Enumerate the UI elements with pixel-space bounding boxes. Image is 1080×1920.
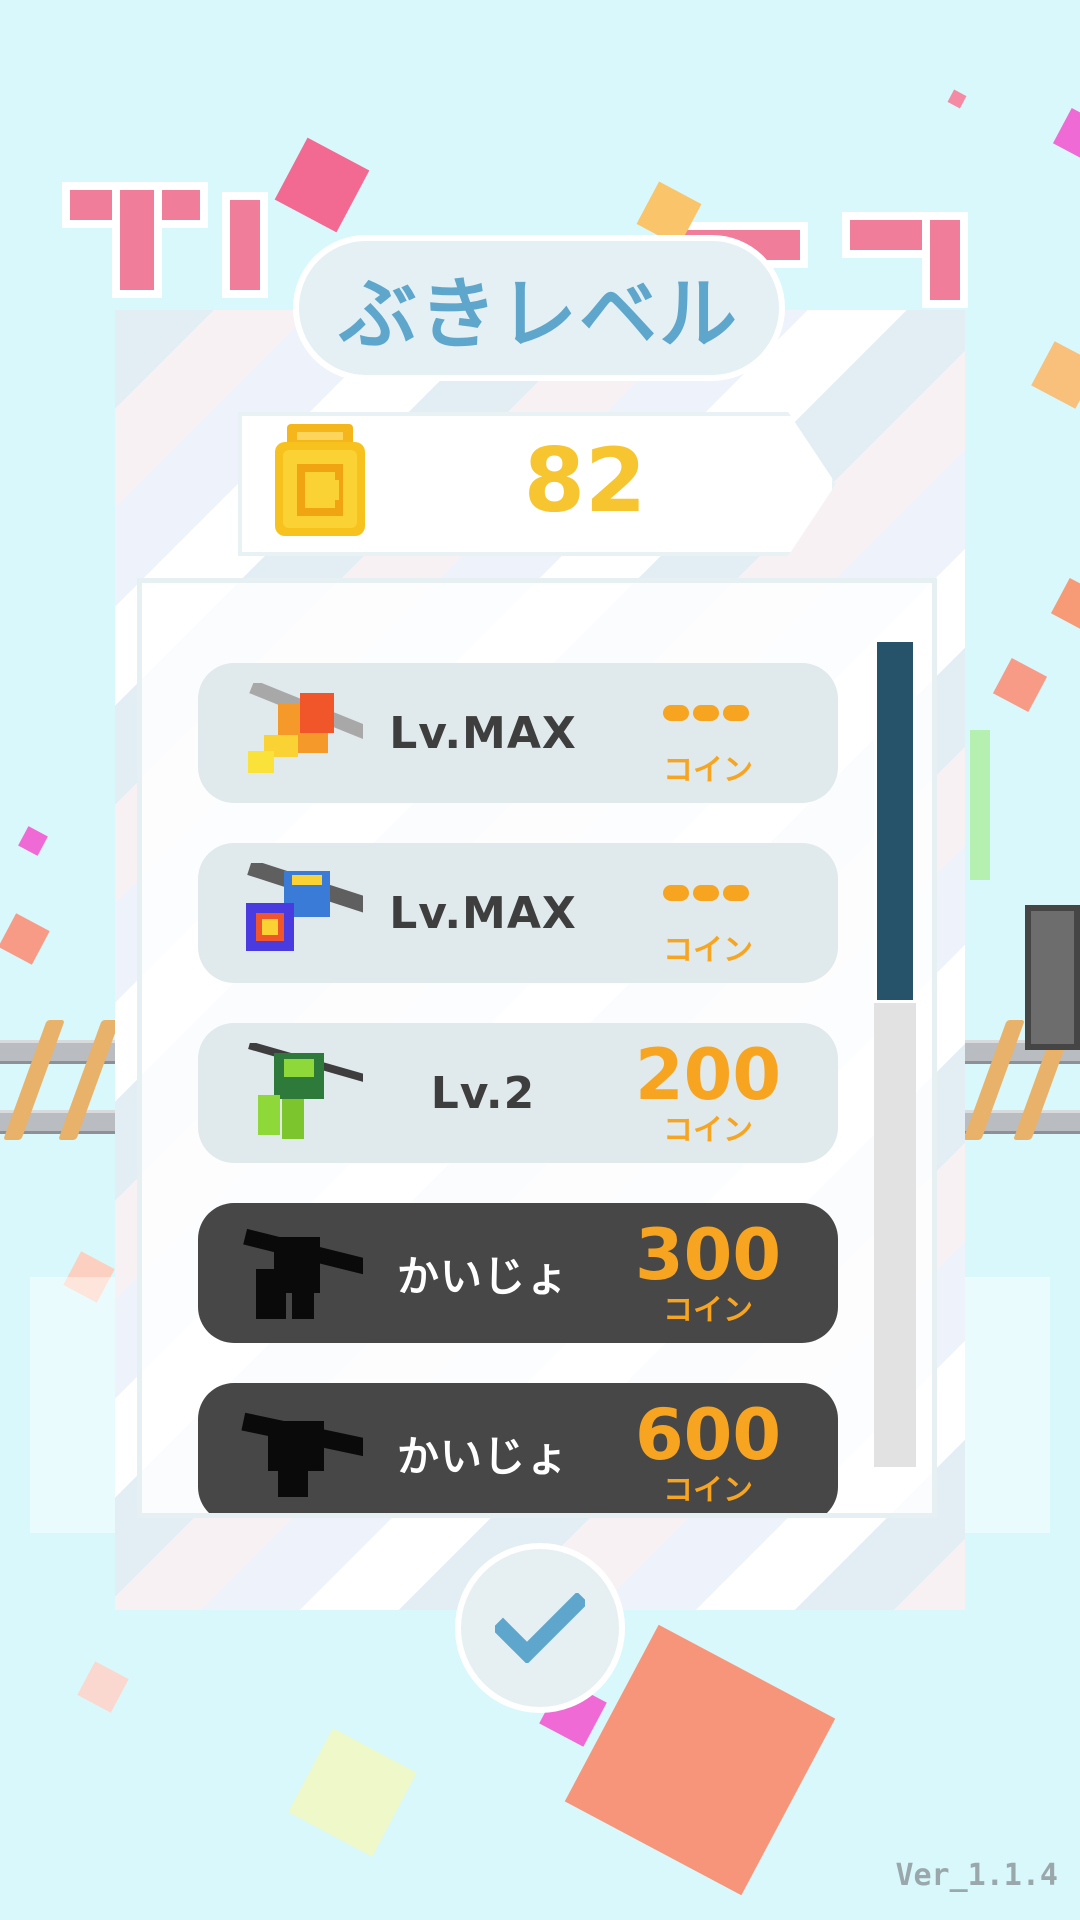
background-cube: [970, 730, 990, 880]
weapon-level: Lv.MAX: [389, 707, 577, 759]
coin-unit: コイン: [663, 753, 753, 788]
background-cube: [0, 913, 50, 965]
coin-count: 82: [523, 428, 647, 532]
weapon-row-locked[interactable]: かいじょ 300 コイン: [198, 1203, 838, 1343]
locked-weapon-silhouette-icon: [243, 1228, 363, 1319]
background-cube: [77, 1661, 129, 1713]
unlock-price: 600: [634, 1394, 782, 1476]
weapon-level: Lv.2: [430, 1067, 536, 1119]
unlock-price: 300: [634, 1214, 782, 1296]
scrollbar-thumb[interactable]: [874, 639, 916, 1003]
background-cube: [1031, 341, 1080, 409]
locked-weapon-silhouette-icon: [241, 1412, 363, 1497]
background-cube: [947, 89, 967, 109]
background-cube: [992, 657, 1048, 713]
coin-unit: コイン: [663, 1293, 753, 1328]
weapon-row-locked[interactable]: かいじょ 600 コイン: [198, 1383, 838, 1513]
max-price-dots: [663, 885, 753, 903]
upgrade-price: 200: [634, 1034, 782, 1116]
confirm-button[interactable]: [455, 1543, 625, 1713]
max-price-dots: [663, 705, 753, 723]
checkmark-icon: [495, 1593, 585, 1663]
unlock-label: かいじょ: [396, 1431, 569, 1481]
background-cube: [1052, 107, 1080, 163]
orange-drill-weapon-icon: [248, 683, 363, 773]
background-cube: [18, 826, 48, 856]
coin-jar-icon: [275, 424, 365, 536]
blue-cannon-weapon-icon: [246, 863, 363, 951]
weapon-level: Lv.MAX: [389, 887, 577, 939]
coin-unit: コイン: [663, 1113, 753, 1148]
coin-unit: コイン: [663, 1473, 753, 1508]
weapon-row[interactable]: Lv.MAX コイン: [198, 663, 838, 803]
scrollbar-track[interactable]: [874, 639, 916, 1467]
dialog-title-pill: ぶきレベル: [293, 235, 785, 381]
weapon-list[interactable]: Lv.MAX コイン Lv.MAX コイン Lv.2 200 コイン かいじょ …: [137, 578, 937, 1518]
unlock-label: かいじょ: [396, 1251, 569, 1301]
coin-unit: コイン: [663, 933, 753, 968]
background-mine-cart: [1025, 905, 1080, 1050]
green-twin-weapon-icon: [248, 1043, 363, 1139]
background-cube: [1050, 577, 1080, 633]
game-screen: ぶきレベル 82 Lv.MAX コイン Lv.MAX コイン Lv.2 200 …: [0, 0, 1080, 1920]
weapon-row[interactable]: Lv.2 200 コイン: [198, 1023, 838, 1163]
dialog-title: ぶきレベル: [338, 270, 739, 360]
version-label: Ver_1.1.4: [895, 1858, 1058, 1893]
background-cube: [288, 1728, 417, 1857]
weapon-row[interactable]: Lv.MAX コイン: [198, 843, 838, 983]
